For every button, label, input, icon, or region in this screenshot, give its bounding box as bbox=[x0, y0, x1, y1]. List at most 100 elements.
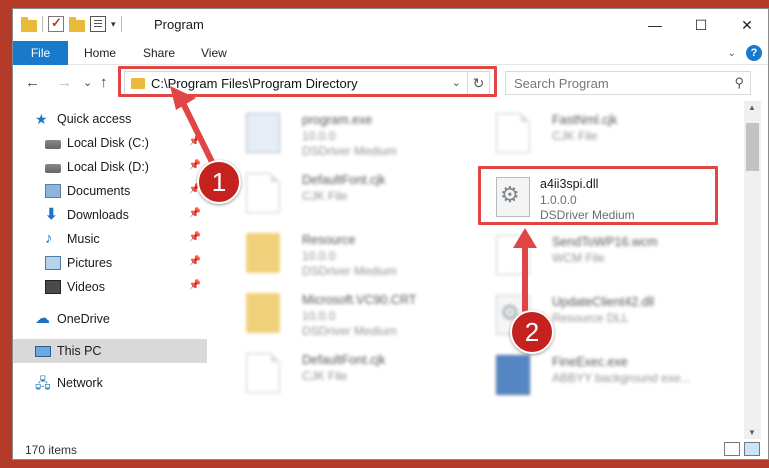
back-button[interactable]: ← bbox=[25, 74, 40, 91]
documents-icon bbox=[45, 184, 61, 198]
file-item[interactable]: FineExec.exe ABBYY background exe... bbox=[482, 349, 722, 403]
file-icon bbox=[496, 235, 530, 275]
window-controls: — ☐ ✕ bbox=[632, 9, 768, 41]
file-detail: ABBYY background exe... bbox=[552, 371, 691, 385]
file-name: Microsoft.VC90.CRT bbox=[302, 293, 417, 307]
pin-icon[interactable]: 📌 bbox=[189, 232, 201, 243]
sidebar-item-quick-access[interactable]: ★ Quick access bbox=[13, 107, 207, 131]
minimize-button[interactable]: — bbox=[632, 9, 678, 41]
music-note-icon: ♪ bbox=[45, 230, 53, 247]
file-item[interactable]: program.exe 10.0.0 DSDriver Medium bbox=[232, 107, 472, 161]
title-bar: ▾ Program — ☐ ✕ bbox=[13, 9, 768, 41]
pictures-icon bbox=[45, 256, 61, 270]
sidebar-item-label: Local Disk (D:) bbox=[67, 160, 149, 174]
help-icon[interactable]: ? bbox=[746, 45, 762, 61]
file-highlight bbox=[478, 166, 718, 225]
file-item[interactable]: Resource 10.0.0 DSDriver Medium bbox=[232, 227, 472, 281]
expand-ribbon-icon[interactable]: ⌄ bbox=[728, 48, 736, 59]
tab-file[interactable]: File bbox=[13, 41, 68, 65]
file-item[interactable]: FastNml.cjk CJK File bbox=[482, 107, 722, 161]
file-item[interactable]: DefaultFont.cjk CJK File bbox=[232, 167, 472, 221]
item-count: 170 items bbox=[25, 443, 78, 457]
exe-icon bbox=[246, 113, 280, 153]
drive-icon bbox=[45, 163, 61, 173]
details-view-icon[interactable] bbox=[724, 442, 740, 456]
tab-view[interactable]: View bbox=[201, 46, 227, 60]
scrollbar-thumb[interactable] bbox=[746, 123, 759, 171]
file-detail: 10.0.0 bbox=[302, 129, 336, 143]
file-detail: DSDriver Medium bbox=[302, 264, 397, 278]
sidebar-item-label: Pictures bbox=[67, 256, 113, 270]
folder-icon bbox=[246, 233, 280, 273]
file-name: DefaultFont.cjk bbox=[302, 353, 386, 367]
star-icon: ★ bbox=[35, 111, 48, 127]
close-button[interactable]: ✕ bbox=[724, 9, 768, 41]
download-arrow-icon: ⬇ bbox=[45, 206, 58, 223]
view-toggle bbox=[724, 442, 760, 456]
sidebar-item-local-disk-d[interactable]: Local Disk (D:) 📌 bbox=[13, 155, 207, 179]
up-button[interactable]: ↑ bbox=[100, 74, 108, 91]
sidebar-item-label: Network bbox=[57, 376, 103, 390]
sidebar-item-label: Downloads bbox=[67, 208, 129, 222]
sidebar-item-local-disk-c[interactable]: Local Disk (C:) 📌 bbox=[13, 131, 207, 155]
sidebar-item-music[interactable]: ♪ Music 📌 bbox=[13, 227, 207, 251]
video-film-icon bbox=[45, 280, 61, 294]
recent-locations-button[interactable]: ⌄ bbox=[83, 76, 92, 89]
large-icons-view-icon[interactable] bbox=[744, 442, 760, 456]
file-item[interactable]: DefaultFont.cjk CJK File bbox=[232, 347, 472, 401]
pin-icon[interactable]: 📌 bbox=[189, 256, 201, 267]
navigation-pane: ★ Quick access Local Disk (C:) 📌 Local D… bbox=[13, 101, 209, 439]
file-name: FastNml.cjk bbox=[552, 113, 618, 127]
folder-icon[interactable] bbox=[21, 17, 37, 32]
file-detail: WCM File bbox=[552, 251, 605, 265]
file-name: FineExec.exe bbox=[552, 355, 628, 369]
file-name: DefaultFont.cjk bbox=[302, 173, 386, 187]
sidebar-item-label: Documents bbox=[67, 184, 131, 198]
sidebar-item-label: OneDrive bbox=[57, 312, 110, 326]
scroll-up-icon[interactable]: ▲ bbox=[748, 103, 756, 112]
file-icon bbox=[496, 113, 530, 153]
app-icon bbox=[496, 355, 530, 395]
pin-icon[interactable]: 📌 bbox=[189, 160, 201, 171]
quick-access-toolbar: ▾ bbox=[21, 15, 122, 32]
file-detail: Resource DLL bbox=[552, 311, 629, 325]
sidebar-item-this-pc[interactable]: This PC bbox=[13, 339, 207, 363]
file-detail: 10.0.0 bbox=[302, 249, 336, 263]
maximize-button[interactable]: ☐ bbox=[678, 9, 724, 41]
drive-icon bbox=[45, 139, 61, 149]
tab-share[interactable]: Share bbox=[143, 46, 175, 60]
sidebar-item-label: This PC bbox=[57, 344, 102, 358]
sidebar-item-downloads[interactable]: ⬇ Downloads 📌 bbox=[13, 203, 207, 227]
toolbar-divider bbox=[120, 16, 122, 32]
sidebar-item-documents[interactable]: Documents 📌 bbox=[13, 179, 207, 203]
cloud-icon: ☁ bbox=[35, 310, 50, 327]
properties-check-icon[interactable] bbox=[48, 15, 64, 32]
search-input[interactable]: Search Program ⚲ bbox=[505, 71, 751, 95]
network-icon: 🖧 bbox=[35, 375, 51, 391]
customize-icon[interactable] bbox=[90, 16, 106, 32]
sidebar-item-onedrive[interactable]: ☁ OneDrive bbox=[13, 307, 207, 331]
new-folder-icon[interactable] bbox=[69, 17, 85, 32]
file-icon bbox=[246, 353, 280, 393]
file-list: program.exe 10.0.0 DSDriver Medium FastN… bbox=[220, 101, 743, 439]
file-item[interactable]: SendToWP16.wcm WCM File bbox=[482, 229, 722, 283]
sidebar-item-videos[interactable]: Videos 📌 bbox=[13, 275, 207, 299]
step-2-badge: 2 bbox=[510, 310, 554, 354]
forward-button[interactable]: → bbox=[57, 74, 72, 91]
file-icon bbox=[246, 173, 280, 213]
window-title: Program bbox=[154, 17, 204, 32]
status-bar: 170 items bbox=[13, 439, 768, 459]
pin-icon[interactable]: 📌 bbox=[189, 208, 201, 219]
file-item[interactable]: Microsoft.VC90.CRT 10.0.0 DSDriver Mediu… bbox=[232, 287, 472, 341]
vertical-scrollbar[interactable]: ▲ ▼ bbox=[744, 101, 761, 439]
pin-icon[interactable]: 📌 bbox=[189, 136, 201, 147]
ribbon-right-controls: ⌄ ? bbox=[728, 45, 762, 61]
tab-home[interactable]: Home bbox=[84, 46, 116, 60]
toolbar-divider bbox=[42, 16, 43, 32]
pin-icon[interactable]: 📌 bbox=[189, 280, 201, 291]
sidebar-item-label: Quick access bbox=[57, 112, 132, 126]
sidebar-item-network[interactable]: 🖧 Network bbox=[13, 371, 207, 395]
scroll-down-icon[interactable]: ▼ bbox=[748, 428, 756, 437]
sidebar-item-pictures[interactable]: Pictures 📌 bbox=[13, 251, 207, 275]
chevron-down-icon[interactable]: ▾ bbox=[111, 19, 116, 30]
